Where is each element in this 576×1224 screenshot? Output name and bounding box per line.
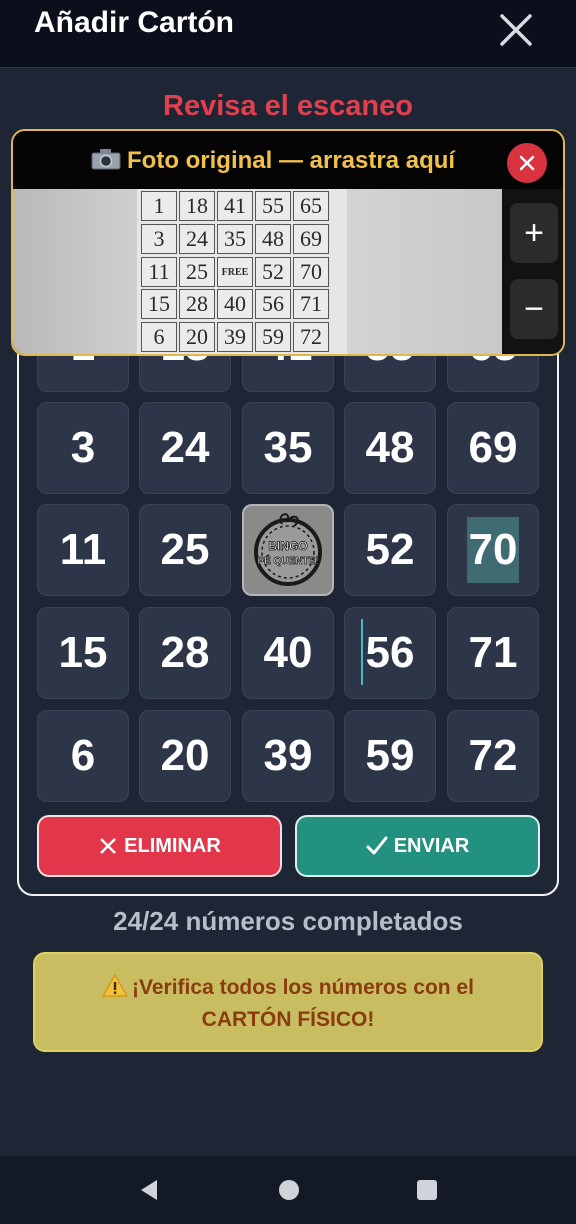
photo-number: FREE <box>217 257 253 287</box>
photo-number: 3 <box>141 224 177 254</box>
number-cell[interactable]: 59 <box>344 710 436 802</box>
cell-number: 59 <box>365 731 415 780</box>
number-cell[interactable]: 52 <box>344 504 436 596</box>
number-cell[interactable]: 6 <box>37 710 129 802</box>
cell-number: 71 <box>468 628 518 677</box>
photo-number: 70 <box>293 257 329 287</box>
close-icon[interactable] <box>496 10 536 50</box>
original-photo: 1 18 41 55 65 3 24 35 48 69 11 25 FREE 52 70 15 28 40 56 71… <box>13 189 502 354</box>
number-cell[interactable]: 69 <box>447 402 539 494</box>
send-button[interactable]: ENVIAR <box>295 815 540 877</box>
cell-number: 6 <box>70 731 96 780</box>
cell-number: 35 <box>263 423 313 472</box>
delete-button-label: ELIMINAR <box>124 834 221 857</box>
cell-number: 15 <box>58 628 108 677</box>
number-cell[interactable]: 40 <box>242 607 334 699</box>
warning-icon <box>101 973 129 997</box>
cell-number: 20 <box>160 731 210 780</box>
x-icon <box>100 838 117 854</box>
photo-number: 25 <box>179 257 215 287</box>
home-icon[interactable] <box>277 1178 301 1202</box>
photo-number: 28 <box>179 289 215 319</box>
number-cell[interactable]: 72 <box>447 710 539 802</box>
close-icon <box>519 155 535 171</box>
bingo-logo-icon: BINGOPÉ QUENTE! <box>254 513 322 586</box>
cell-number: 24 <box>160 423 210 472</box>
number-cell[interactable]: 48 <box>344 402 436 494</box>
photo-number: 56 <box>255 289 291 319</box>
photo-number: 20 <box>179 322 215 352</box>
number-cell[interactable]: 25 <box>139 504 231 596</box>
photo-number: 39 <box>217 322 253 352</box>
photo-number: 59 <box>255 322 291 352</box>
check-icon <box>366 836 388 855</box>
warning-line-2: CARTÓN FÍSICO! <box>201 1008 375 1031</box>
number-cell[interactable]: 39 <box>242 710 334 802</box>
system-navigation-bar <box>0 1156 576 1224</box>
photo-number: 40 <box>217 289 253 319</box>
photo-number: 69 <box>293 224 329 254</box>
number-cell[interactable]: 11 <box>37 504 129 596</box>
number-cell[interactable]: 20 <box>139 710 231 802</box>
cell-number: 72 <box>468 731 518 780</box>
zoom-out-button[interactable]: − <box>510 279 558 339</box>
delete-button[interactable]: ELIMINAR <box>37 815 282 877</box>
cell-number: 70 <box>466 517 520 583</box>
photo-number: 15 <box>141 289 177 319</box>
review-title: Revisa el escaneo <box>163 90 413 122</box>
completion-count: 24/24 números completados <box>113 906 463 936</box>
top-bar: Añadir Cartón <box>0 0 576 68</box>
text-caret <box>361 619 363 685</box>
cell-number: 69 <box>468 423 518 472</box>
photo-number: 48 <box>255 224 291 254</box>
number-cell[interactable]: 15 <box>37 607 129 699</box>
photo-number: 55 <box>255 191 291 221</box>
photo-card-image: 1 18 41 55 65 3 24 35 48 69 11 25 FREE 52 70 15 28 40 56 71… <box>137 189 347 354</box>
cell-number: 39 <box>263 731 313 780</box>
back-icon[interactable] <box>137 1178 161 1202</box>
svg-text:BINGO: BINGO <box>268 539 307 553</box>
number-cell[interactable]: 70 <box>447 504 539 596</box>
photo-number: 52 <box>255 257 291 287</box>
number-cell[interactable]: 35 <box>242 402 334 494</box>
photo-label: Foto original — arrastra aquí <box>91 147 455 175</box>
photo-drag-handle[interactable]: Foto original — arrastra aquí <box>13 131 563 189</box>
free-cell[interactable]: BINGO PÉ QUENTE! <box>242 504 334 596</box>
camera-icon <box>91 148 121 170</box>
photo-number: 1 <box>141 191 177 221</box>
number-cell[interactable]: 71 <box>447 607 539 699</box>
cell-number: 28 <box>160 628 210 677</box>
number-cell[interactable]: 24 <box>139 402 231 494</box>
original-photo-panel[interactable]: Foto original — arrastra aquí 1 18 41 55 65 3… <box>11 129 565 356</box>
photo-number: 24 <box>179 224 215 254</box>
warning-line-1: ¡Verifica todos los números con el <box>132 976 474 999</box>
number-cell[interactable]: 3 <box>37 402 129 494</box>
photo-number: 6 <box>141 322 177 352</box>
svg-text:PÉ QUENTE!: PÉ QUENTE! <box>257 554 318 567</box>
photo-number: 11 <box>141 257 177 287</box>
number-cell[interactable]: 28 <box>139 607 231 699</box>
photo-label-text: Foto original — arrastra aquí <box>127 147 456 174</box>
zoom-in-button[interactable]: + <box>510 203 558 263</box>
photo-number: 71 <box>293 289 329 319</box>
page-title: Añadir Cartón <box>34 6 235 39</box>
recents-icon[interactable] <box>415 1178 439 1202</box>
photo-number: 18 <box>179 191 215 221</box>
cell-number: 11 <box>59 525 107 574</box>
cell-number: 40 <box>263 628 313 677</box>
cell-number: 25 <box>160 525 210 574</box>
cell-number: 48 <box>365 423 415 472</box>
cell-number: 3 <box>70 423 96 472</box>
photo-number: 35 <box>217 224 253 254</box>
cell-number: 52 <box>365 525 415 574</box>
photo-number: 65 <box>293 191 329 221</box>
photo-number: 72 <box>293 322 329 352</box>
cell-number: 56 <box>365 628 415 677</box>
send-button-label: ENVIAR <box>393 834 470 857</box>
warning-box: ¡Verifica todos los números con el CARTÓ… <box>33 952 543 1052</box>
zoom-controls: + − <box>502 189 563 354</box>
photo-number: 41 <box>217 191 253 221</box>
number-cell[interactable]: 56 <box>344 607 436 699</box>
close-photo-button[interactable] <box>507 143 547 183</box>
